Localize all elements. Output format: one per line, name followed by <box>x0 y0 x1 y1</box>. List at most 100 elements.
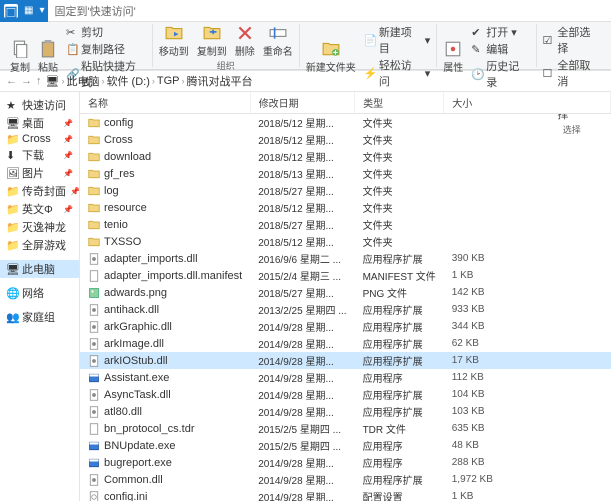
file-icon <box>88 389 100 401</box>
file-name: gf_res <box>104 168 135 180</box>
breadcrumb[interactable]: 🖥 › 此电脑› 软件 (D:)› TGP› 腾讯对战平台 <box>46 73 606 89</box>
file-date: 2018/5/12 星期... <box>250 199 354 216</box>
nav-folder3[interactable]: 📁灭逸神龙 <box>0 218 79 236</box>
col-date[interactable]: 修改日期 <box>250 92 354 114</box>
file-name: config.ini <box>104 491 147 501</box>
nav-this-pc[interactable]: 🖥此电脑 <box>0 260 79 278</box>
copy-to-button[interactable]: 复制到 <box>197 24 227 58</box>
pc-icon: 🖥 <box>46 75 60 88</box>
nav-homegroup[interactable]: 👥家庭组 <box>0 308 79 326</box>
file-size: 62 KB <box>444 335 611 352</box>
cut-button[interactable]: ✂剪切 <box>66 24 146 40</box>
qat-properties-icon[interactable]: ▦ <box>24 5 33 16</box>
file-size: 1,972 KB <box>444 471 611 488</box>
file-row[interactable]: Cross2018/5/12 星期...文件夹 <box>80 131 611 148</box>
file-icon <box>88 304 100 316</box>
file-row[interactable]: adapter_imports.dll.manifest2015/2/4 星期三… <box>80 267 611 284</box>
file-type: 文件夹 <box>355 114 444 132</box>
nav-folder1[interactable]: 📁传奇封面📌 <box>0 182 79 200</box>
file-date: 2018/5/12 星期... <box>250 148 354 165</box>
new-item-button[interactable]: 📄新建项目▾ <box>364 24 430 56</box>
rename-button[interactable]: 重命名 <box>263 24 293 58</box>
new-folder-button[interactable]: 新建文件夹 <box>306 40 356 74</box>
file-row[interactable]: bn_protocol_cs.tdr2015/2/5 星期四 ...TDR 文件… <box>80 420 611 437</box>
properties-button[interactable]: 属性 <box>443 40 463 74</box>
file-row[interactable]: log2018/5/27 星期...文件夹 <box>80 182 611 199</box>
nav-folder-cross[interactable]: 📁Cross📌 <box>0 132 79 146</box>
ribbon-group-select: ☑全部选择 ☐全部取消 ◩反向选择 选择 <box>537 24 607 67</box>
delete-button[interactable]: 删除 <box>235 24 255 58</box>
file-name: log <box>104 185 119 197</box>
file-row[interactable]: BNUpdate.exe2015/2/5 星期四 ...应用程序48 KB <box>80 437 611 454</box>
nav-folder4[interactable]: 📁全屏游戏 <box>0 236 79 254</box>
file-date: 2014/9/28 星期... <box>250 386 354 403</box>
file-icon <box>88 491 100 501</box>
file-icon <box>88 406 100 418</box>
file-row[interactable]: download2018/5/12 星期...文件夹 <box>80 148 611 165</box>
edit-button[interactable]: ✎编辑 <box>471 41 529 57</box>
file-row[interactable]: bugreport.exe2014/9/28 星期...应用程序288 KB <box>80 454 611 471</box>
col-name[interactable]: 名称 <box>80 92 250 114</box>
tab-indicator[interactable]: 固定到'快速访问' <box>54 3 135 19</box>
paste-button[interactable]: 粘贴 <box>38 40 58 74</box>
file-row[interactable]: adwards.png2018/5/27 星期...PNG 文件142 KB <box>80 284 611 301</box>
back-button[interactable]: ← <box>6 75 17 87</box>
file-icon <box>88 440 100 452</box>
file-row[interactable]: resource2018/5/12 星期...文件夹 <box>80 199 611 216</box>
qat-new-folder-icon[interactable]: ▾ <box>39 5 44 16</box>
file-list[interactable]: 名称 修改日期 类型 大小 config2018/5/12 星期...文件夹Cr… <box>80 92 611 501</box>
file-name: TXSSO <box>104 236 141 248</box>
copy-button[interactable]: 复制 <box>10 40 30 74</box>
file-name: adapter_imports.dll.manifest <box>104 270 242 282</box>
open-button[interactable]: ✔打开▾ <box>471 24 529 40</box>
col-size[interactable]: 大小 <box>444 92 611 114</box>
file-row[interactable]: TXSSO2018/5/12 星期...文件夹 <box>80 233 611 250</box>
nav-pictures[interactable]: 🖼图片📌 <box>0 164 79 182</box>
file-row[interactable]: antihack.dll2013/2/25 星期四 ...应用程序扩展933 K… <box>80 301 611 318</box>
file-size: 390 KB <box>444 250 611 267</box>
move-to-button[interactable]: 移动到 <box>159 24 189 58</box>
file-row[interactable]: arkImage.dll2014/9/28 星期...应用程序扩展62 KB <box>80 335 611 352</box>
file-row[interactable]: adapter_imports.dll2016/9/6 星期二 ...应用程序扩… <box>80 250 611 267</box>
file-row[interactable]: tenio2018/5/27 星期...文件夹 <box>80 216 611 233</box>
nav-network[interactable]: 🌐网络 <box>0 284 79 302</box>
file-name: Assistant.exe <box>104 372 169 384</box>
copy-path-button[interactable]: 📋复制路径 <box>66 41 146 57</box>
select-all-button[interactable]: ☑全部选择 <box>543 24 601 56</box>
nav-desktop[interactable]: 🖥桌面📌 <box>0 114 79 132</box>
file-type: 应用程序扩展 <box>355 335 444 352</box>
file-row[interactable]: Common.dll2014/9/28 星期...应用程序扩展1,972 KB <box>80 471 611 488</box>
file-type: 应用程序扩展 <box>355 352 444 369</box>
file-row[interactable]: config2018/5/12 星期...文件夹 <box>80 114 611 132</box>
file-icon <box>88 236 100 248</box>
file-row[interactable]: atl80.dll2014/9/28 星期...应用程序扩展103 KB <box>80 403 611 420</box>
file-name: resource <box>104 202 147 214</box>
file-icon <box>88 355 100 367</box>
file-date: 2014/9/28 星期... <box>250 488 354 501</box>
file-type: 应用程序扩展 <box>355 250 444 267</box>
file-size: 933 KB <box>444 301 611 318</box>
column-headers[interactable]: 名称 修改日期 类型 大小 <box>80 92 611 114</box>
nav-folder2[interactable]: 📁英文Φ📌 <box>0 200 79 218</box>
forward-button[interactable]: → <box>21 75 32 87</box>
col-type[interactable]: 类型 <box>355 92 444 114</box>
file-row[interactable]: AsyncTask.dll2014/9/28 星期...应用程序扩展104 KB <box>80 386 611 403</box>
file-type: 文件夹 <box>355 165 444 182</box>
file-type: 应用程序扩展 <box>355 403 444 420</box>
up-button[interactable]: ↑ <box>36 75 42 87</box>
file-row[interactable]: config.ini2014/9/28 星期...配置设置1 KB <box>80 488 611 501</box>
file-row[interactable]: Assistant.exe2014/9/28 星期...应用程序112 KB <box>80 369 611 386</box>
file-row[interactable]: arkGraphic.dll2014/9/28 星期...应用程序扩展344 K… <box>80 318 611 335</box>
file-row[interactable]: gf_res 2018/5/13 星期...文件夹 <box>80 165 611 182</box>
file-date: 2018/5/27 星期... <box>250 284 354 301</box>
file-date: 2018/5/27 星期... <box>250 182 354 199</box>
nav-downloads[interactable]: ⬇下载📌 <box>0 146 79 164</box>
file-row[interactable]: arkIOStub.dll2014/9/28 星期...应用程序扩展17 KB <box>80 352 611 369</box>
file-type: 配置设置 <box>355 488 444 501</box>
file-size <box>444 131 611 148</box>
file-icon <box>88 457 100 469</box>
file-name: AsyncTask.dll <box>104 389 171 401</box>
nav-quick-access[interactable]: ★快速访问 <box>0 96 79 114</box>
file-date: 2014/9/28 星期... <box>250 352 354 369</box>
file-date: 2018/5/13 星期... <box>250 165 354 182</box>
